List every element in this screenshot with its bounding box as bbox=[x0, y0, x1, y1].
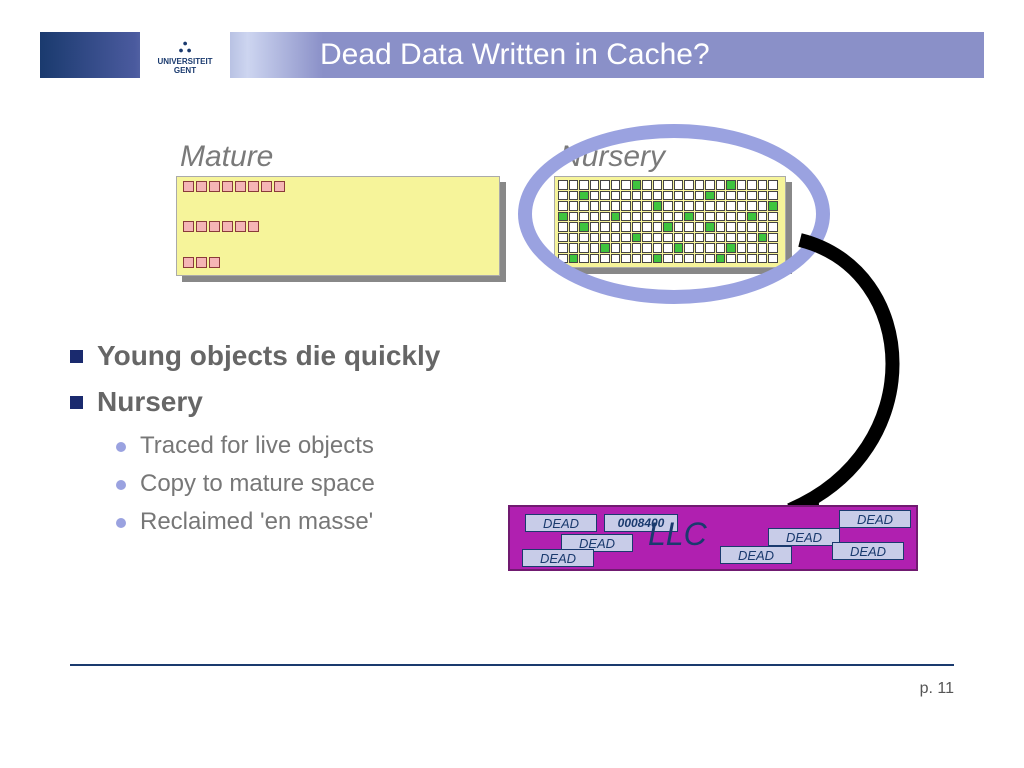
bullet-text: Reclaimed 'en masse' bbox=[140, 508, 373, 536]
footer-line bbox=[70, 664, 954, 666]
mature-cell bbox=[222, 221, 233, 232]
dead-chip: DEAD bbox=[768, 528, 840, 546]
logo-text-1: UNIVERSITEIT bbox=[157, 57, 212, 66]
circle-bullet-icon bbox=[116, 518, 126, 528]
dead-chip: DEAD bbox=[525, 514, 597, 532]
mature-row-3 bbox=[183, 257, 220, 268]
bullet-level-1: Young objects die quickly bbox=[70, 340, 590, 372]
slide-title: Dead Data Written in Cache? bbox=[320, 38, 710, 72]
page-number: p. 11 bbox=[920, 680, 954, 698]
mature-row-1 bbox=[183, 181, 285, 192]
mature-cell bbox=[183, 221, 194, 232]
mature-cell bbox=[209, 257, 220, 268]
square-bullet-icon bbox=[70, 350, 83, 363]
llc-label: LLC bbox=[648, 516, 707, 553]
mature-cell bbox=[248, 181, 259, 192]
nursery-highlight-oval bbox=[518, 124, 830, 304]
logo-text-2: GENT bbox=[174, 66, 196, 75]
mature-cell bbox=[183, 257, 194, 268]
mature-cell bbox=[196, 257, 207, 268]
bullet-text: Traced for live objects bbox=[140, 432, 374, 460]
mature-cell bbox=[196, 181, 207, 192]
mature-cell bbox=[209, 221, 220, 232]
dead-chip: DEAD bbox=[522, 549, 594, 567]
logo-icon: ⛬ bbox=[179, 36, 192, 57]
circle-bullet-icon bbox=[116, 480, 126, 490]
dead-chip: DEAD bbox=[832, 542, 904, 560]
bullet-text: Copy to mature space bbox=[140, 470, 375, 498]
mature-cell bbox=[261, 181, 272, 192]
mature-cell bbox=[274, 181, 285, 192]
mature-cell bbox=[209, 181, 220, 192]
square-bullet-icon bbox=[70, 396, 83, 409]
university-logo: ⛬ UNIVERSITEIT GENT bbox=[140, 26, 230, 84]
mature-cell bbox=[248, 221, 259, 232]
header-bar: ⛬ UNIVERSITEIT GENT Dead Data Written in… bbox=[40, 32, 984, 78]
bullet-level-2: Copy to mature space bbox=[116, 470, 590, 498]
bullet-text: Nursery bbox=[97, 386, 203, 418]
mature-cell bbox=[235, 221, 246, 232]
bullet-text: Young objects die quickly bbox=[97, 340, 440, 372]
bullet-level-1: Nursery bbox=[70, 386, 590, 418]
mature-cell bbox=[196, 221, 207, 232]
mature-row-2 bbox=[183, 221, 259, 232]
circle-bullet-icon bbox=[116, 442, 126, 452]
mature-cell bbox=[183, 181, 194, 192]
mature-label: Mature bbox=[180, 140, 273, 174]
dead-chip: DEAD bbox=[720, 546, 792, 564]
mature-cell bbox=[222, 181, 233, 192]
dead-chip: DEAD bbox=[839, 510, 911, 528]
mature-memory-box bbox=[176, 176, 500, 276]
mature-cell bbox=[235, 181, 246, 192]
bullet-level-2: Traced for live objects bbox=[116, 432, 590, 460]
